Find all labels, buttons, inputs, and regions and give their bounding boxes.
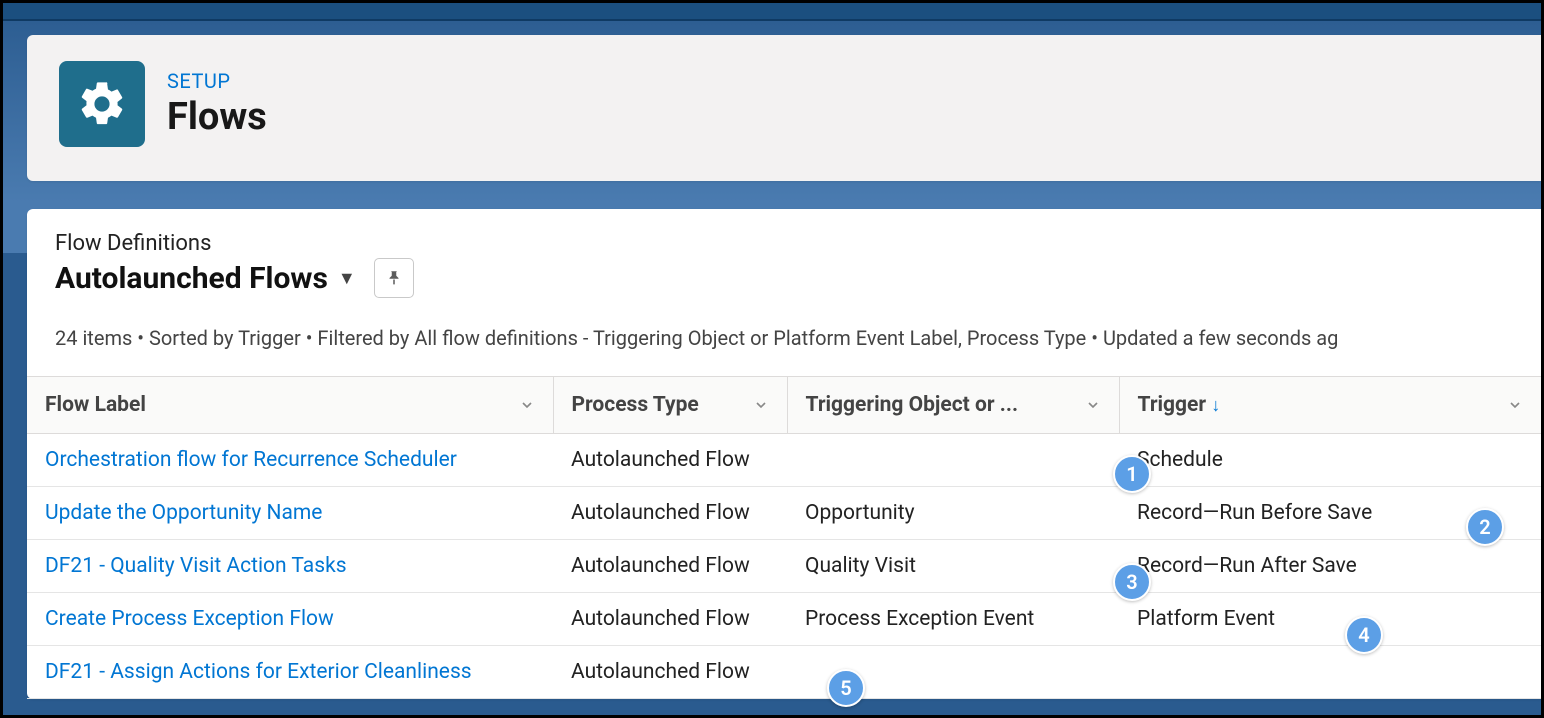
col-header-triggering-object[interactable]: Triggering Object or ... xyxy=(787,377,1119,434)
list-view-card: Flow Definitions Autolaunched Flows ▼ 24… xyxy=(27,209,1541,699)
callout-bubble-3: 3 xyxy=(1113,563,1151,601)
flow-label-link[interactable]: Create Process Exception Flow xyxy=(27,593,553,646)
col-text: Triggering Object or ... xyxy=(806,393,1019,417)
object-label: Flow Definitions xyxy=(55,231,1513,256)
chevron-down-icon xyxy=(519,397,535,413)
callout-bubble-4: 4 xyxy=(1345,616,1383,654)
table-row: Create Process Exception Flow Autolaunch… xyxy=(27,593,1541,646)
page-title: Flows xyxy=(167,95,267,139)
caret-down-icon: ▼ xyxy=(338,268,356,289)
list-view-picker[interactable]: Autolaunched Flows ▼ xyxy=(55,261,356,296)
process-type-cell: Autolaunched Flow xyxy=(553,593,787,646)
list-meta-text: 24 items • Sorted by Trigger • Filtered … xyxy=(55,326,1513,350)
triggering-object-cell: Process Exception Event xyxy=(787,593,1119,646)
col-header-process-type[interactable]: Process Type xyxy=(553,377,787,434)
callout-bubble-1: 1 xyxy=(1113,455,1151,493)
sort-arrow-down-icon: ↓ xyxy=(1211,395,1220,416)
list-view-name: Autolaunched Flows xyxy=(55,261,328,296)
table-row: DF21 - Quality Visit Action Tasks Autola… xyxy=(27,540,1541,593)
chevron-down-icon xyxy=(1085,397,1101,413)
callout-bubble-5: 5 xyxy=(827,669,865,707)
flows-table: Flow Label Process Type Triggering Objec… xyxy=(27,376,1541,699)
col-header-trigger[interactable]: Trigger ↓ xyxy=(1119,377,1541,434)
chevron-down-icon xyxy=(753,397,769,413)
col-text: Process Type xyxy=(572,393,699,417)
flow-label-link[interactable]: Orchestration flow for Recurrence Schedu… xyxy=(27,434,553,487)
callout-bubble-2: 2 xyxy=(1466,508,1504,546)
trigger-cell: Schedule xyxy=(1119,434,1541,487)
col-header-flow-label[interactable]: Flow Label xyxy=(27,377,553,434)
process-type-cell: Autolaunched Flow xyxy=(553,540,787,593)
triggering-object-cell: Opportunity xyxy=(787,487,1119,540)
table-row: DF21 - Assign Actions for Exterior Clean… xyxy=(27,646,1541,699)
col-text: Flow Label xyxy=(45,393,146,417)
trigger-cell xyxy=(1119,646,1541,699)
process-type-cell: Autolaunched Flow xyxy=(553,434,787,487)
flow-label-link[interactable]: DF21 - Quality Visit Action Tasks xyxy=(27,540,553,593)
triggering-object-cell: Quality Visit xyxy=(787,540,1119,593)
pin-list-button[interactable] xyxy=(374,258,414,298)
trigger-cell: Record—Run After Save xyxy=(1119,540,1541,593)
app-top-bar xyxy=(3,3,1541,21)
process-type-cell: Autolaunched Flow xyxy=(553,646,787,699)
triggering-object-cell xyxy=(787,434,1119,487)
process-type-cell: Autolaunched Flow xyxy=(553,487,787,540)
page-eyebrow: SETUP xyxy=(167,69,267,93)
setup-gear-icon xyxy=(59,61,145,147)
table-row: Update the Opportunity Name Autolaunched… xyxy=(27,487,1541,540)
chevron-down-icon xyxy=(1507,397,1523,413)
page-header: SETUP Flows xyxy=(27,35,1541,181)
flow-label-link[interactable]: Update the Opportunity Name xyxy=(27,487,553,540)
trigger-cell: Platform Event xyxy=(1119,593,1541,646)
table-row: Orchestration flow for Recurrence Schedu… xyxy=(27,434,1541,487)
col-text: Trigger xyxy=(1138,393,1207,417)
flow-label-link[interactable]: DF21 - Assign Actions for Exterior Clean… xyxy=(27,646,553,699)
